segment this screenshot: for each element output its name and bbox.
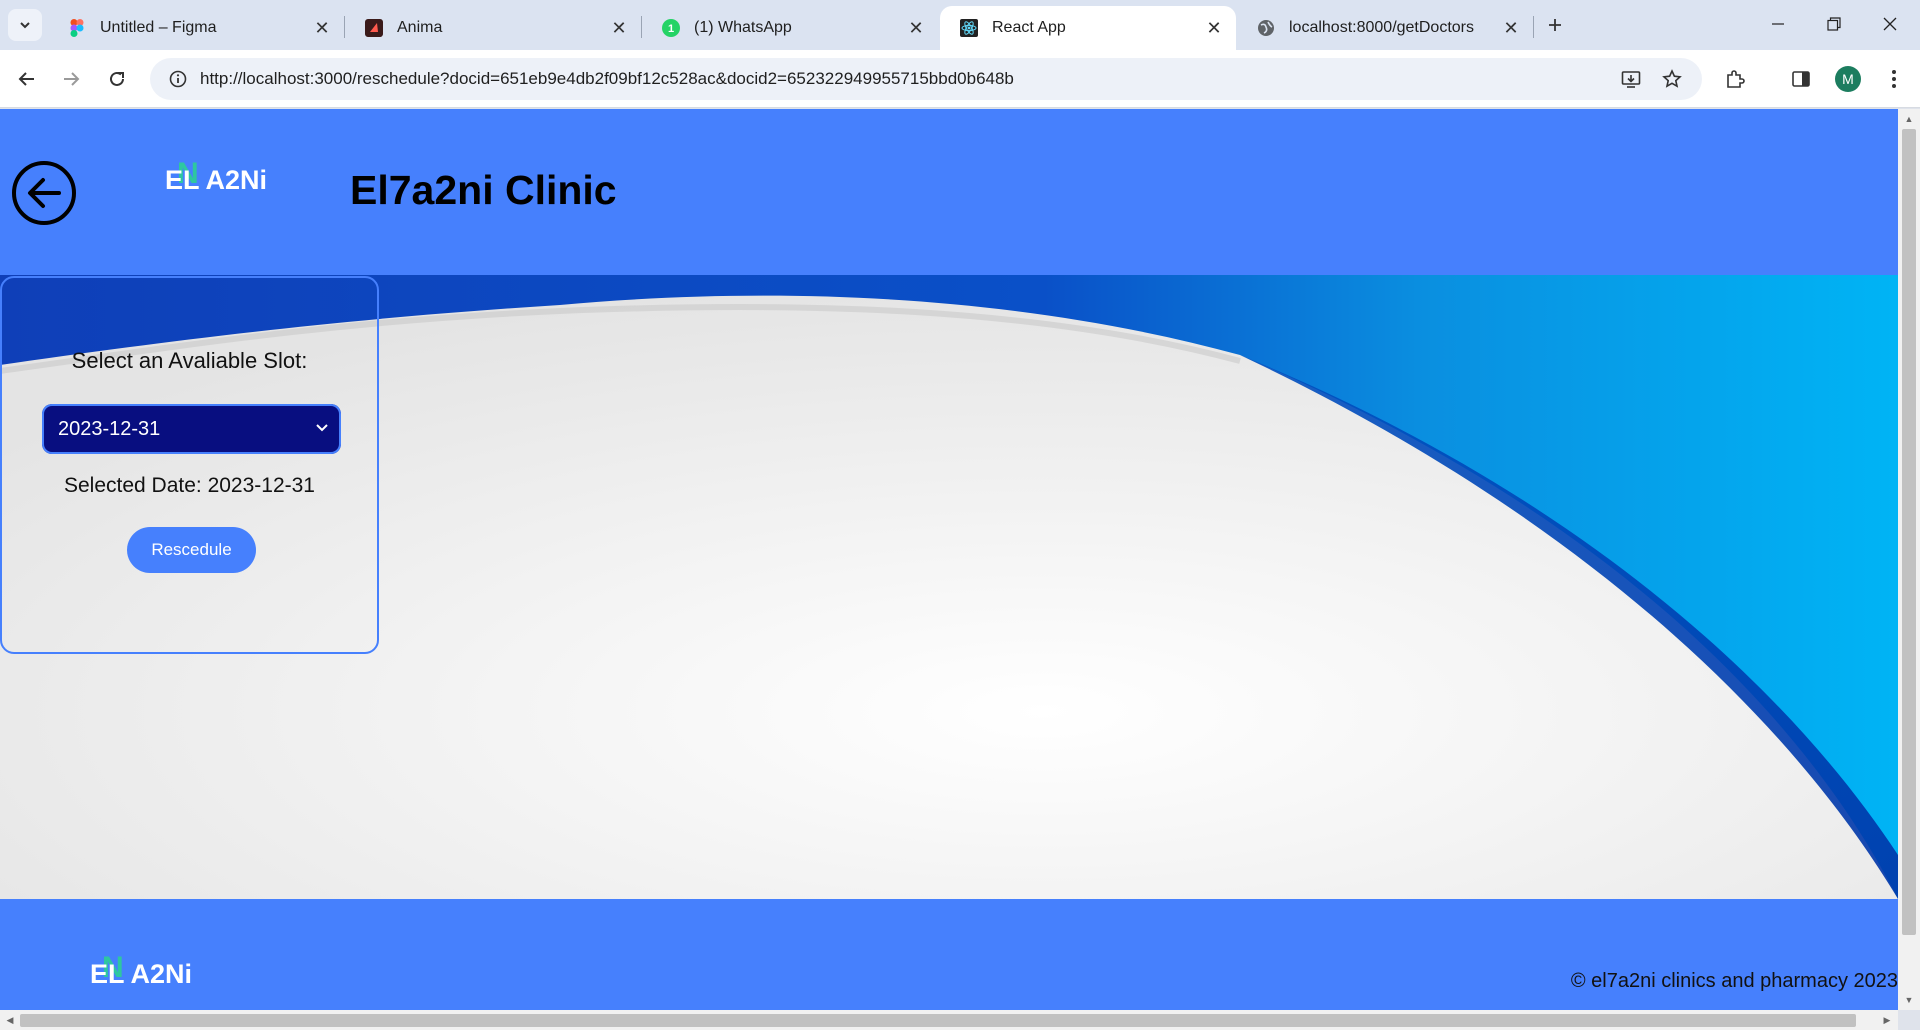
- tab-get-doctors[interactable]: localhost:8000/getDoctors ✕: [1237, 6, 1533, 50]
- globe-icon: [1257, 19, 1275, 37]
- whatsapp-icon: 1: [662, 19, 680, 37]
- star-icon: [1662, 69, 1682, 88]
- tab-title: Untitled – Figma: [100, 19, 217, 36]
- scroll-right-icon[interactable]: ▶: [1880, 1013, 1894, 1027]
- tab-title: localhost:8000/getDoctors: [1289, 19, 1474, 36]
- anima-icon: [365, 19, 383, 37]
- slot-prompt: Select an Avaliable Slot:: [71, 348, 308, 373]
- vertical-scrollbar[interactable]: ▲ ▼: [1898, 109, 1920, 1010]
- app-header: N EL A2Ni El7a2ni Clinic: [0, 109, 1898, 275]
- chevron-down-icon: [313, 419, 331, 437]
- tab-bar: Untitled – Figma ✕ Anima ✕ 1 (1) WhatsAp…: [0, 0, 1920, 50]
- install-icon: [1621, 71, 1641, 88]
- close-icon[interactable]: ✕: [609, 18, 629, 38]
- profile-avatar[interactable]: M: [1835, 66, 1861, 92]
- close-icon[interactable]: ✕: [906, 18, 926, 38]
- close-icon: [1883, 17, 1897, 31]
- address-bar[interactable]: http://localhost:3000/reschedule?docid=6…: [150, 58, 1702, 100]
- side-panel-button[interactable]: [1785, 63, 1817, 95]
- slot-card: Select an Avaliable Slot: 2023-12-31 Sel…: [0, 276, 379, 654]
- restore-icon: [1827, 17, 1841, 31]
- back-button[interactable]: [12, 161, 76, 225]
- browser-toolbar: http://localhost:3000/reschedule?docid=6…: [0, 50, 1920, 108]
- close-icon[interactable]: ✕: [312, 18, 332, 38]
- footer-logo: N EL A2Ni: [90, 951, 193, 990]
- kebab-menu-icon: [1892, 70, 1896, 88]
- plus-icon: [1549, 19, 1561, 31]
- browser-menu-button[interactable]: [1878, 63, 1910, 95]
- chevron-down-icon: [20, 22, 30, 29]
- tab-whatsapp[interactable]: 1 (1) WhatsApp ✕: [642, 6, 938, 50]
- tab-title: (1) WhatsApp: [694, 19, 792, 36]
- forward-nav-button[interactable]: [55, 63, 87, 95]
- new-tab-button[interactable]: [1540, 12, 1570, 38]
- tab-anima[interactable]: Anima ✕: [345, 6, 641, 50]
- arrow-right-icon: [64, 72, 80, 86]
- minimize-button[interactable]: [1750, 0, 1806, 48]
- header-logo: N EL A2Ni: [165, 157, 268, 196]
- url-text: http://localhost:3000/reschedule?docid=6…: [200, 69, 1014, 88]
- horizontal-scrollbar[interactable]: ◀ ▶: [0, 1010, 1898, 1030]
- selected-date-text: Selected Date: 2023-12-31: [63, 474, 315, 497]
- site-info-icon[interactable]: [156, 70, 200, 88]
- svg-text:1: 1: [668, 23, 674, 35]
- puzzle-icon: [1727, 70, 1745, 88]
- side-panel-icon: [1792, 71, 1810, 87]
- react-icon: [960, 19, 978, 37]
- scroll-up-icon[interactable]: ▲: [1902, 112, 1916, 126]
- slot-select-value: 2023-12-31: [58, 417, 161, 440]
- tab-title: React App: [992, 19, 1066, 36]
- scroll-down-icon[interactable]: ▼: [1902, 993, 1916, 1007]
- figma-icon: [68, 19, 86, 37]
- page-viewport: N EL A2Ni El7a2ni Clinic Select an Avali…: [0, 109, 1898, 1010]
- minimize-icon: [1772, 23, 1784, 25]
- reschedule-button[interactable]: Rescedule: [127, 527, 256, 573]
- logo-text: EL A2Ni: [165, 165, 268, 195]
- horizontal-scroll-thumb[interactable]: [20, 1014, 1856, 1027]
- tab-divider: [1533, 16, 1534, 38]
- restore-button[interactable]: [1806, 0, 1862, 48]
- back-nav-button[interactable]: [11, 63, 43, 95]
- tab-react-app[interactable]: React App ✕: [940, 6, 1236, 50]
- extensions-button[interactable]: [1719, 63, 1751, 95]
- close-icon[interactable]: ✕: [1501, 18, 1521, 38]
- close-icon[interactable]: ✕: [1204, 18, 1224, 38]
- vertical-scroll-thumb[interactable]: [1902, 129, 1916, 935]
- tab-search-button[interactable]: [8, 9, 42, 41]
- slot-select[interactable]: 2023-12-31: [42, 404, 341, 454]
- reload-icon: [110, 71, 124, 86]
- tab-figma[interactable]: Untitled – Figma ✕: [48, 6, 344, 50]
- page-title: El7a2ni Clinic: [350, 167, 617, 213]
- install-app-button[interactable]: [1615, 63, 1647, 95]
- logo-text: EL A2Ni: [90, 959, 193, 989]
- scroll-left-icon[interactable]: ◀: [3, 1013, 17, 1027]
- bookmark-button[interactable]: [1656, 63, 1688, 95]
- close-window-button[interactable]: [1862, 0, 1918, 48]
- arrow-left-icon: [28, 178, 61, 208]
- arrow-left-icon: [18, 72, 34, 86]
- app-footer: N EL A2Ni © el7a2ni clinics and pharmacy…: [0, 899, 1898, 1010]
- tab-title: Anima: [397, 19, 443, 36]
- reload-button[interactable]: [101, 63, 133, 95]
- copyright-text: © el7a2ni clinics and pharmacy 2023: [1570, 970, 1898, 992]
